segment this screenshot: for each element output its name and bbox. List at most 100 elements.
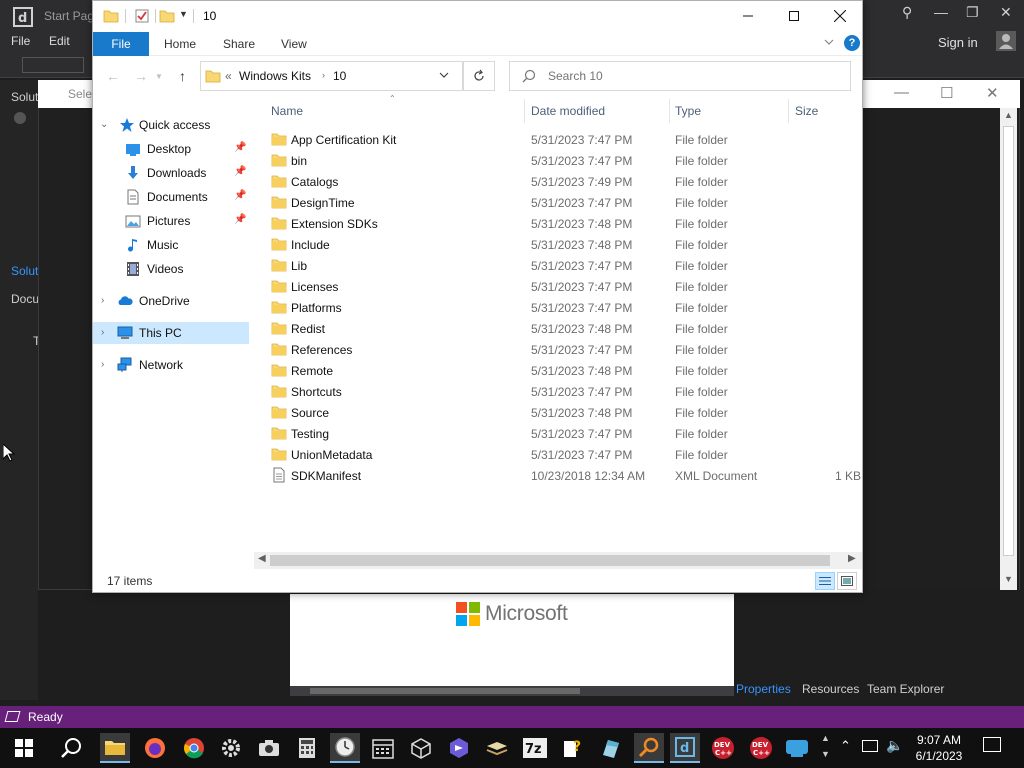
tray-clock[interactable]: 9:07 AM 6/1/2023 [910,732,968,764]
collapsed-chevron-icon[interactable]: › [101,359,104,370]
firefox-icon[interactable] [140,733,170,763]
pin-icon[interactable]: 📌 [234,166,246,177]
column-header-date[interactable]: Date modified [531,104,605,118]
tab-file[interactable]: File [93,32,149,56]
refresh-button[interactable] [463,61,495,91]
avatar[interactable] [996,31,1016,51]
tab-resources[interactable]: Resources [802,682,859,696]
column-header-type[interactable]: Type [675,104,701,118]
table-row[interactable]: Catalogs 5/31/2023 7:49 PM File folder [263,171,862,192]
panel-icon[interactable] [14,112,26,124]
scroll-up-icon[interactable]: ▲ [1004,110,1013,120]
details-view-button[interactable] [815,572,835,590]
dialog-maximize-icon[interactable]: ☐ [940,84,953,102]
expanded-chevron-icon[interactable]: ⌄ [100,119,108,130]
sign-in-link[interactable]: Sign in [938,35,978,50]
table-row[interactable]: References 5/31/2023 7:47 PM File folder [263,339,862,360]
breadcrumb-windows-kits[interactable]: Windows Kits [239,69,311,83]
nav-network[interactable]: › Network [93,354,249,376]
minimize-button[interactable] [725,1,771,31]
nav-this-pc[interactable]: › This PC [93,322,249,344]
table-row[interactable]: Testing 5/31/2023 7:47 PM File folder [263,423,862,444]
maximize-button[interactable] [771,1,817,31]
preview-scroll-thumb[interactable] [310,688,580,694]
clock-app-icon[interactable] [330,733,360,763]
column-header-size[interactable]: Size [795,104,818,118]
collapsed-chevron-icon[interactable]: › [101,295,104,306]
table-row[interactable]: App Certification Kit 5/31/2023 7:47 PM Fi… [263,129,862,150]
visual-studio-icon[interactable]: d [670,733,700,763]
table-row[interactable]: Shortcuts 5/31/2023 7:47 PM File folder [263,381,862,402]
tab-home[interactable]: Home [164,32,196,56]
table-row[interactable]: SDKManifest 10/23/2018 12:34 AM XML Docume… [263,465,862,486]
dialog-close-icon[interactable]: ✕ [986,84,999,102]
nav-quick-access[interactable]: ⌄ Quick access [93,114,249,136]
camera-icon[interactable] [254,733,284,763]
large-icons-view-button[interactable] [837,572,857,590]
up-arrow-icon[interactable]: ↑ [179,68,186,84]
network-tray-icon[interactable] [862,740,878,752]
table-row[interactable]: bin 5/31/2023 7:47 PM File folder [263,150,862,171]
tab-properties[interactable]: Properties [736,682,791,696]
back-arrow-icon[interactable]: ← [106,68,120,84]
scrollbar-thumb[interactable] [1003,126,1014,556]
search-everything-icon[interactable] [634,733,664,763]
notepad-app-icon[interactable] [596,733,626,763]
ide-menu-file[interactable]: File [11,34,30,48]
nav-music[interactable]: Music [93,234,249,256]
scroll-down-icon[interactable]: ▼ [1004,574,1013,584]
nav-documents[interactable]: Documents 📌 [93,186,249,208]
dialog-vertical-scrollbar[interactable]: ▲ ▼ [1000,108,1017,590]
taskbar-search-icon[interactable] [57,733,87,763]
calendar-icon[interactable] [368,733,398,763]
settings-gear-icon[interactable] [216,733,246,763]
table-row[interactable]: Licenses 5/31/2023 7:47 PM File folder [263,276,862,297]
breadcrumb-10[interactable]: 10 [333,69,346,83]
file-list-horizontal-scrollbar[interactable]: ◀ ▶ [254,552,862,569]
collapsed-chevron-icon[interactable]: › [101,327,104,338]
tab-view[interactable]: View [281,32,307,56]
toolbar-dropdown[interactable] [22,57,84,73]
qat-customize-icon[interactable]: ▼ [179,9,188,19]
nav-pictures[interactable]: Pictures 📌 [93,210,249,232]
nav-videos[interactable]: Videos [93,258,249,280]
search-box[interactable] [509,61,851,91]
nav-onedrive[interactable]: › OneDrive [93,290,249,312]
properties-check-icon[interactable] [135,9,149,23]
table-row[interactable]: DesignTime 5/31/2023 7:47 PM File folder [263,192,862,213]
column-divider[interactable] [524,99,525,123]
ribbon-expand-chevron-icon[interactable] [823,36,835,48]
scroll-left-icon[interactable]: ◀ [258,553,266,564]
dialog-minimize-icon[interactable]: — [894,84,909,101]
chrome-icon[interactable] [179,733,209,763]
windows-start-icon[interactable] [9,733,39,763]
help-icon[interactable]: ? [844,35,860,51]
horizontal-scroll-thumb[interactable] [270,555,830,566]
recent-locations-chevron-icon[interactable]: ▼ [155,72,163,81]
breadcrumb-separator-icon[interactable]: › [322,70,325,80]
7zip-icon[interactable]: 7z [520,733,550,763]
table-row[interactable]: Source 5/31/2023 7:48 PM File folder [263,402,862,423]
nav-downloads[interactable]: Downloads 📌 [93,162,249,184]
scroll-right-icon[interactable]: ▶ [848,553,856,564]
pin-icon[interactable]: 📌 [234,142,246,153]
ide-restore-icon[interactable]: ❐ [966,4,979,21]
pin-icon[interactable]: 📌 [234,214,246,225]
tab-team-explorer[interactable]: Team Explorer [867,682,944,696]
purple-app-icon[interactable] [444,733,474,763]
cloud-app-icon[interactable] [782,733,812,763]
file-explorer-taskbar-icon[interactable] [100,733,130,763]
solution-tab-label[interactable]: Solut [11,264,38,278]
table-row[interactable]: Extension SDKs 5/31/2023 7:48 PM File fold… [263,213,862,234]
address-bar[interactable]: « Windows Kits › 10 [200,61,463,91]
table-row[interactable]: Platforms 5/31/2023 7:47 PM File folder [263,297,862,318]
table-row[interactable]: Include 5/31/2023 7:48 PM File folder [263,234,862,255]
dev-cpp-icon[interactable]: DEV C++ [708,733,738,763]
pin-icon[interactable]: 📌 [234,190,246,201]
taskbar-scroll-icon[interactable]: ▲ ▼ [821,730,830,762]
new-folder-icon[interactable] [159,9,175,23]
layers-app-icon[interactable] [482,733,512,763]
column-divider[interactable] [669,99,670,123]
breadcrumb-overflow[interactable]: « [225,69,232,83]
calculator-icon[interactable] [292,733,322,763]
